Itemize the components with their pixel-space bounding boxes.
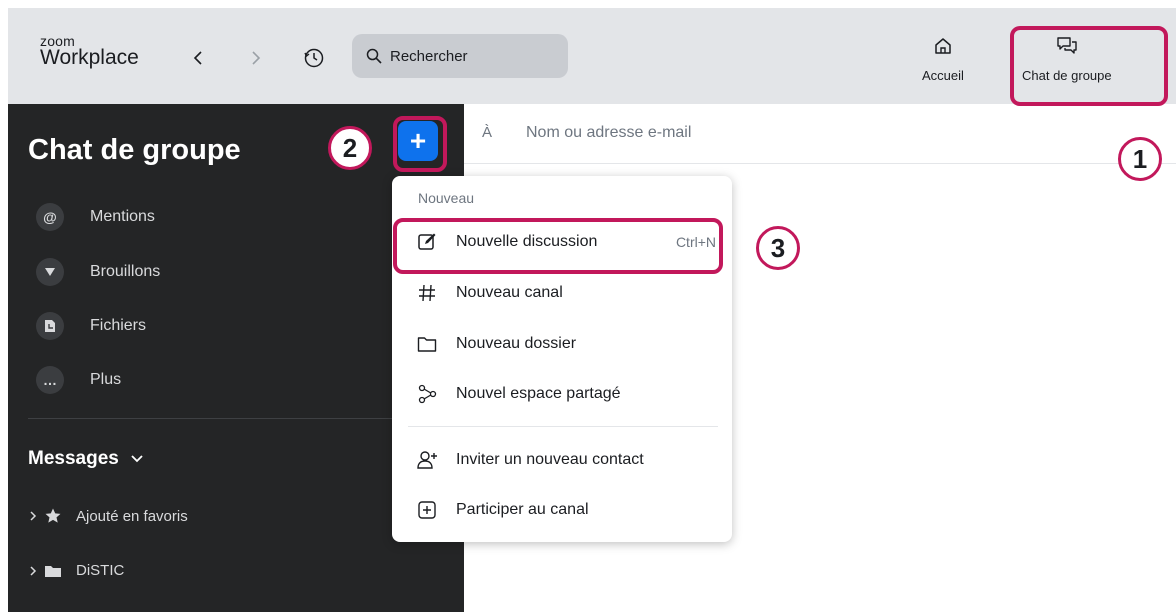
folder-favorites[interactable]: Ajouté en favoris xyxy=(28,507,188,525)
page-title: Chat de groupe xyxy=(28,134,241,166)
menu-item-invite-contact[interactable]: Inviter un nouveau contact xyxy=(416,446,716,474)
shared-space-icon xyxy=(416,383,438,405)
to-label: À xyxy=(482,124,493,141)
menu-item-new-folder[interactable]: Nouveau dossier xyxy=(416,330,716,358)
step-badge-3: 3 xyxy=(756,226,800,270)
add-contact-icon xyxy=(416,449,438,471)
chevron-left-icon xyxy=(193,51,202,65)
plus-square-icon xyxy=(416,499,438,521)
hash-icon xyxy=(416,282,438,304)
search-icon xyxy=(366,48,382,64)
menu-item-label: Nouveau dossier xyxy=(456,335,577,352)
files-icon xyxy=(36,312,64,340)
at-icon: @ xyxy=(36,203,64,231)
recipient-row: À Nom ou adresse e-mail xyxy=(464,104,1176,164)
sidebar-item-label: Mentions xyxy=(90,208,155,225)
menu-item-join-channel[interactable]: Participer au canal xyxy=(416,496,716,524)
menu-header: Nouveau xyxy=(418,190,475,206)
chevron-right-icon xyxy=(252,51,261,65)
step-badge-2: 2 xyxy=(328,126,372,170)
chevron-down-icon xyxy=(131,455,143,463)
search-placeholder: Rechercher xyxy=(390,47,468,65)
chevron-right-icon xyxy=(30,565,37,576)
nav-home[interactable]: Accueil xyxy=(922,36,964,83)
sidebar-item-label: Fichiers xyxy=(90,317,147,334)
sidebar-item-label: Plus xyxy=(90,371,122,388)
folder-distic[interactable]: DiSTIC xyxy=(28,562,124,579)
search-input[interactable]: Rechercher xyxy=(352,34,568,78)
menu-divider xyxy=(408,426,718,427)
folder-label: Ajouté en favoris xyxy=(76,507,188,525)
sidebar-item-more[interactable]: … Plus xyxy=(36,366,121,394)
messages-section-label: Messages xyxy=(28,448,119,469)
highlight-new-button xyxy=(393,116,447,172)
top-bar: zoom Workplace Rechercher Accueil Chat d… xyxy=(8,8,1176,104)
sidebar-item-label: Brouillons xyxy=(90,263,161,280)
chevron-right-icon xyxy=(30,511,37,521)
history-button[interactable] xyxy=(302,46,326,70)
zoom-workplace-logo: zoom Workplace xyxy=(40,34,139,70)
folder-icon xyxy=(45,565,61,577)
folder-label: DiSTIC xyxy=(76,562,125,579)
recipient-input[interactable]: Nom ou adresse e-mail xyxy=(526,124,691,142)
nav-home-label: Accueil xyxy=(922,68,964,83)
sidebar-item-mentions[interactable]: @ Mentions xyxy=(36,203,155,231)
sidebar-item-drafts[interactable]: Brouillons xyxy=(36,258,160,286)
draft-icon xyxy=(36,258,64,286)
highlight-new-discussion xyxy=(393,218,723,274)
folder-outline-icon xyxy=(416,333,438,355)
home-icon xyxy=(935,38,951,54)
logo-workplace-text: Workplace xyxy=(40,46,139,69)
sidebar-item-files[interactable]: Fichiers xyxy=(36,312,146,340)
step-badge-1: 1 xyxy=(1118,137,1162,181)
forward-button[interactable] xyxy=(246,48,266,68)
messages-section-header[interactable]: Messages xyxy=(28,448,144,470)
menu-item-label: Nouveau canal xyxy=(456,284,563,301)
highlight-group-chat xyxy=(1010,26,1168,106)
menu-item-new-channel[interactable]: Nouveau canal xyxy=(416,279,716,307)
star-icon xyxy=(45,508,61,523)
back-button[interactable] xyxy=(188,48,208,68)
history-icon xyxy=(304,48,324,68)
menu-item-label: Nouvel espace partagé xyxy=(456,385,621,402)
menu-item-label: Inviter un nouveau contact xyxy=(456,451,644,468)
more-icon: … xyxy=(36,366,64,394)
menu-item-new-shared-space[interactable]: Nouvel espace partagé xyxy=(416,380,716,408)
menu-item-label: Participer au canal xyxy=(456,501,589,518)
